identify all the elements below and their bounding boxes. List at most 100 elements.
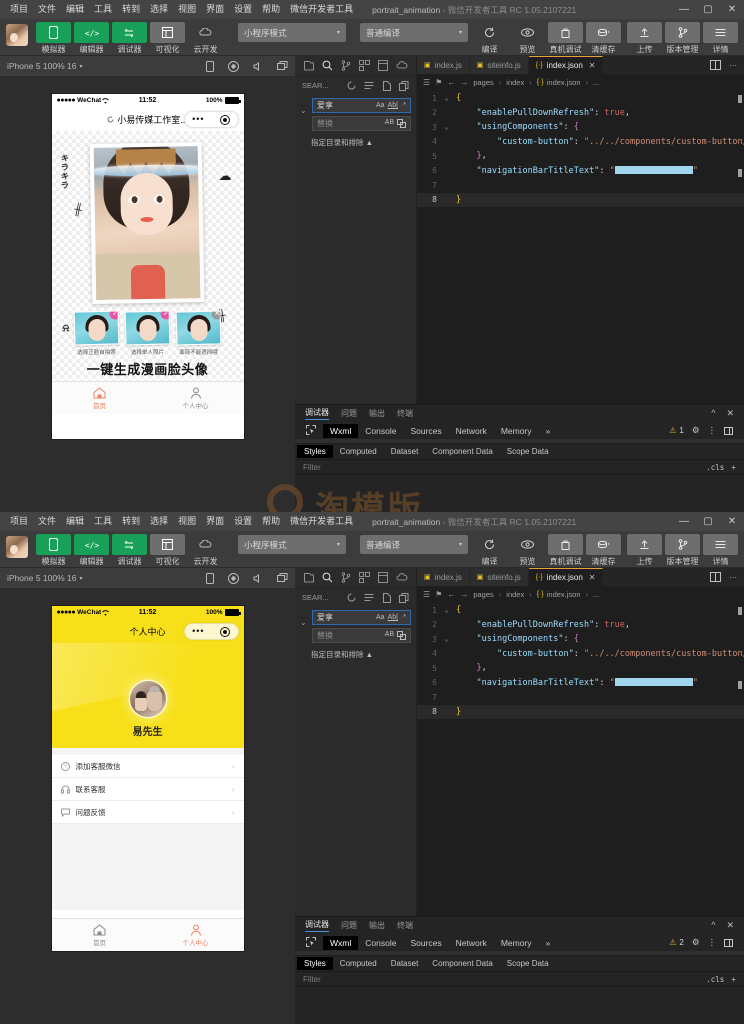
code-line[interactable]: 1⌄{ <box>417 603 744 618</box>
gear-icon[interactable]: ⚙ <box>692 937 700 948</box>
menu-item-help[interactable]: 帮助 <box>257 0 285 19</box>
breadcrumb-more[interactable]: ... <box>593 590 599 599</box>
menu-item-interface[interactable]: 界面 <box>201 0 229 19</box>
styles-tab-styles[interactable]: Styles <box>297 957 333 970</box>
code-line[interactable]: 6 "navigationBarTitleText": "" <box>417 164 744 179</box>
styles-tab-styles[interactable]: Styles <box>297 445 333 458</box>
menu-item-project[interactable]: 项目 <box>5 0 33 19</box>
match-word-icon[interactable]: Ab| <box>388 102 398 109</box>
replace-all-icon[interactable] <box>397 631 406 640</box>
editor-tab-siteinfo-js[interactable]: ▣ siteinfo.js <box>470 568 529 586</box>
devtools-tab-wxml[interactable]: Wxml <box>323 936 358 950</box>
code-line[interactable]: 5 }, <box>417 149 744 164</box>
code-lines[interactable]: 1⌄{2 "enablePullDownRefresh": true,3⌄ "u… <box>417 603 744 916</box>
more-icon[interactable]: ··· <box>729 61 737 70</box>
avatar[interactable] <box>6 536 28 558</box>
preserve-case-icon[interactable]: AB <box>385 119 394 128</box>
code-line[interactable]: 8} <box>417 705 744 720</box>
styles-tab-computed[interactable]: Computed <box>333 957 384 970</box>
avatar[interactable] <box>130 681 166 717</box>
search-input[interactable]: 爱享 Aa Ab| ·* <box>312 98 411 113</box>
toolbar-cloud-button[interactable]: 云开发 <box>188 22 223 43</box>
devtools-tab-memory[interactable]: Memory <box>494 936 539 950</box>
breadcrumb-more[interactable]: ... <box>593 78 599 87</box>
close-button[interactable]: ✕ <box>720 512 744 531</box>
toolbar-device-debug-button[interactable]: 真机调试 <box>548 534 583 555</box>
toolbar-cloud-button[interactable]: 云开发 <box>188 534 223 555</box>
code-line[interactable]: 2 "enablePullDownRefresh": true, <box>417 106 744 121</box>
devtools-tab-more[interactable]: » <box>539 936 558 950</box>
inspect-icon[interactable] <box>299 935 323 951</box>
close-icon[interactable]: ✕ <box>726 920 734 931</box>
menu-item-wechat-devtools[interactable]: 微信开发者工具 <box>285 512 358 531</box>
styles-tab-dataset[interactable]: Dataset <box>384 957 426 970</box>
regex-icon[interactable]: ·* <box>401 102 406 109</box>
warning-badge[interactable]: ⚠ 1 <box>669 426 684 435</box>
toolbar-details-button[interactable]: 详情 <box>703 22 738 43</box>
match-word-icon[interactable]: Ab| <box>388 614 398 621</box>
code-line[interactable]: 3⌄ "usingComponents": { <box>417 632 744 647</box>
outline-toggle-icon[interactable]: ☰ <box>423 78 430 87</box>
code-line[interactable]: 4 "custom-button": "../../components/cus… <box>417 135 744 150</box>
menu-item-edit[interactable]: 编辑 <box>61 512 89 531</box>
capsule-more-icon[interactable]: ••• <box>192 115 204 124</box>
screen-icon[interactable] <box>277 61 288 71</box>
add-rule-button[interactable]: + <box>731 975 736 984</box>
outline-toggle-icon[interactable]: ☰ <box>423 590 430 599</box>
phone-outline-icon[interactable] <box>206 573 214 584</box>
tab-home[interactable]: 首页 <box>52 919 148 951</box>
debugger-tab-output[interactable]: 输出 <box>369 408 385 419</box>
preserve-case-icon[interactable]: AB <box>385 631 394 640</box>
list-item[interactable]: 联系客服 › <box>52 778 244 801</box>
toolbar-preview-button[interactable]: 预览 <box>510 22 545 43</box>
inspect-icon[interactable] <box>299 423 323 439</box>
devtools-tab-console[interactable]: Console <box>358 936 403 950</box>
toolbar-visual-button[interactable]: 可视化 <box>150 534 185 555</box>
target-icon[interactable] <box>220 115 230 125</box>
close-icon[interactable]: ✕ <box>726 408 734 419</box>
extensions-icon[interactable] <box>359 572 370 583</box>
menu-item-settings[interactable]: 设置 <box>229 0 257 19</box>
menu-item-file[interactable]: 文件 <box>33 0 61 19</box>
code-line[interactable]: 6 "navigationBarTitleText": "" <box>417 676 744 691</box>
filter-input[interactable]: Filter <box>303 463 321 472</box>
list-item[interactable]: ? 添加客服微信 › <box>52 755 244 778</box>
editor-tab-siteinfo-js[interactable]: ▣ siteinfo.js <box>470 56 529 74</box>
devtools-tab-memory[interactable]: Memory <box>494 424 539 438</box>
menu-item-edit[interactable]: 编辑 <box>61 0 89 19</box>
styles-tab-computed[interactable]: Computed <box>333 445 384 458</box>
search-icon[interactable] <box>322 572 333 583</box>
menu-item-tools[interactable]: 工具 <box>89 0 117 19</box>
toolbar-compile-button[interactable]: 编译 <box>472 22 507 43</box>
search-filters-toggle[interactable]: 指定目录和排除 ▲ <box>295 646 416 660</box>
avatar[interactable] <box>6 24 28 46</box>
capsule-button[interactable]: ••• <box>184 111 239 128</box>
debugger-tab-terminal[interactable]: 终端 <box>397 408 413 419</box>
breadcrumb-pages[interactable]: pages <box>473 590 493 599</box>
thumbnail-item[interactable]: ✕ 面部不能遮挡哦 <box>176 311 221 356</box>
styles-tab-scope-data[interactable]: Scope Data <box>500 957 556 970</box>
toolbar-device-debug-button[interactable]: 真机调试 <box>548 22 583 43</box>
devtools-tab-console[interactable]: Console <box>358 424 403 438</box>
collapse-icon[interactable] <box>399 81 409 91</box>
minimize-button[interactable]: — <box>672 512 696 531</box>
menu-item-file[interactable]: 文件 <box>33 512 61 531</box>
toolbar-simulator-button[interactable]: 模拟器 <box>36 22 71 43</box>
toolbar-version-button[interactable]: 版本管理 <box>665 534 700 555</box>
replace-input[interactable]: 替换 AB <box>312 628 411 643</box>
editor-tab-index-js[interactable]: ▣ index.js <box>417 568 470 586</box>
toolbar-compile-button[interactable]: 编译 <box>472 534 507 555</box>
styles-tab-scope-data[interactable]: Scope Data <box>500 445 556 458</box>
bookmark-icon[interactable]: ⚑ <box>435 78 442 87</box>
new-icon[interactable] <box>382 81 391 91</box>
devtools-tab-network[interactable]: Network <box>449 424 494 438</box>
thumbnail-item[interactable]: ✓ 选择正脸自拍照 <box>74 311 119 356</box>
replace-all-icon[interactable] <box>397 119 406 128</box>
mode-select[interactable]: 小程序模式▾ <box>238 535 346 554</box>
dock-icon[interactable] <box>724 426 735 436</box>
sound-icon[interactable] <box>253 62 263 71</box>
files-icon[interactable] <box>303 572 314 583</box>
device-selector-caret[interactable]: ▾ <box>79 575 82 582</box>
menu-item-settings[interactable]: 设置 <box>229 512 257 531</box>
breadcrumb-index[interactable]: index <box>506 78 524 87</box>
